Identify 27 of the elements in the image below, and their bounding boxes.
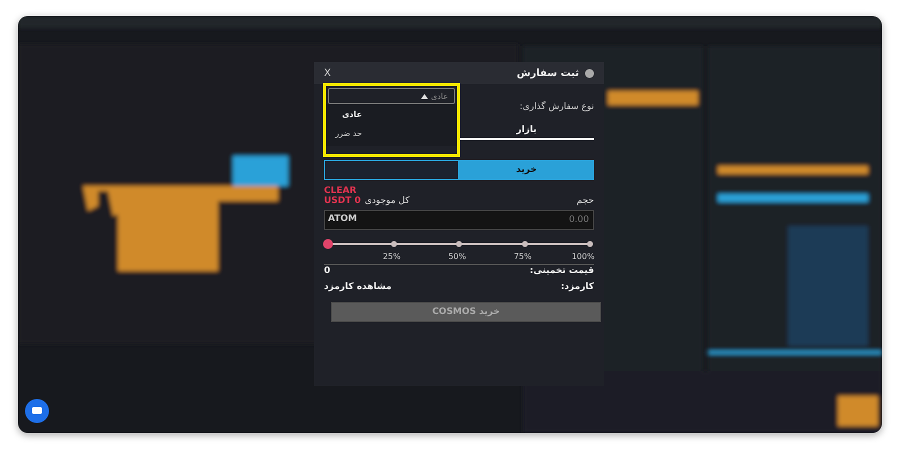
caret-icon <box>420 94 428 98</box>
volume-label: حجم <box>576 196 594 206</box>
market-tab[interactable]: بازار <box>459 122 594 140</box>
unit-label: ATOM <box>328 214 358 224</box>
percent-label: 25% <box>382 252 401 261</box>
order-type-label: نوع سفارش گذاری: <box>520 102 594 112</box>
clear-link[interactable]: CLEAR <box>324 186 356 196</box>
balance-label: کل موجودی <box>364 196 410 206</box>
buy-button[interactable]: خرید <box>459 160 594 180</box>
view-fee-link[interactable]: مشاهده کارمزد <box>324 282 392 292</box>
estimate-value: 0 <box>324 266 330 276</box>
order-type-dropdown[interactable]: عادی <box>328 88 455 104</box>
coin-icon <box>585 68 594 78</box>
sell-button[interactable] <box>324 160 459 180</box>
balance-value: USDT 0 <box>324 196 361 206</box>
fee-label: کارمزد: <box>560 282 594 292</box>
percent-label: 50% <box>448 252 466 261</box>
estimate-label: قیمت تخمینی: <box>530 266 594 276</box>
close-button[interactable]: X <box>324 68 331 78</box>
percent-label: 75% <box>514 252 532 261</box>
percent-slider[interactable] <box>324 238 594 250</box>
percent-label: 100% <box>572 252 595 261</box>
chat-bubble-icon[interactable] <box>25 399 49 423</box>
dropdown-option[interactable]: عادی <box>326 108 457 121</box>
dropdown-option[interactable]: حد ضرر <box>326 127 457 140</box>
dialog-title: ثبت سفارش <box>516 68 579 78</box>
slider-thumb[interactable] <box>323 239 333 249</box>
